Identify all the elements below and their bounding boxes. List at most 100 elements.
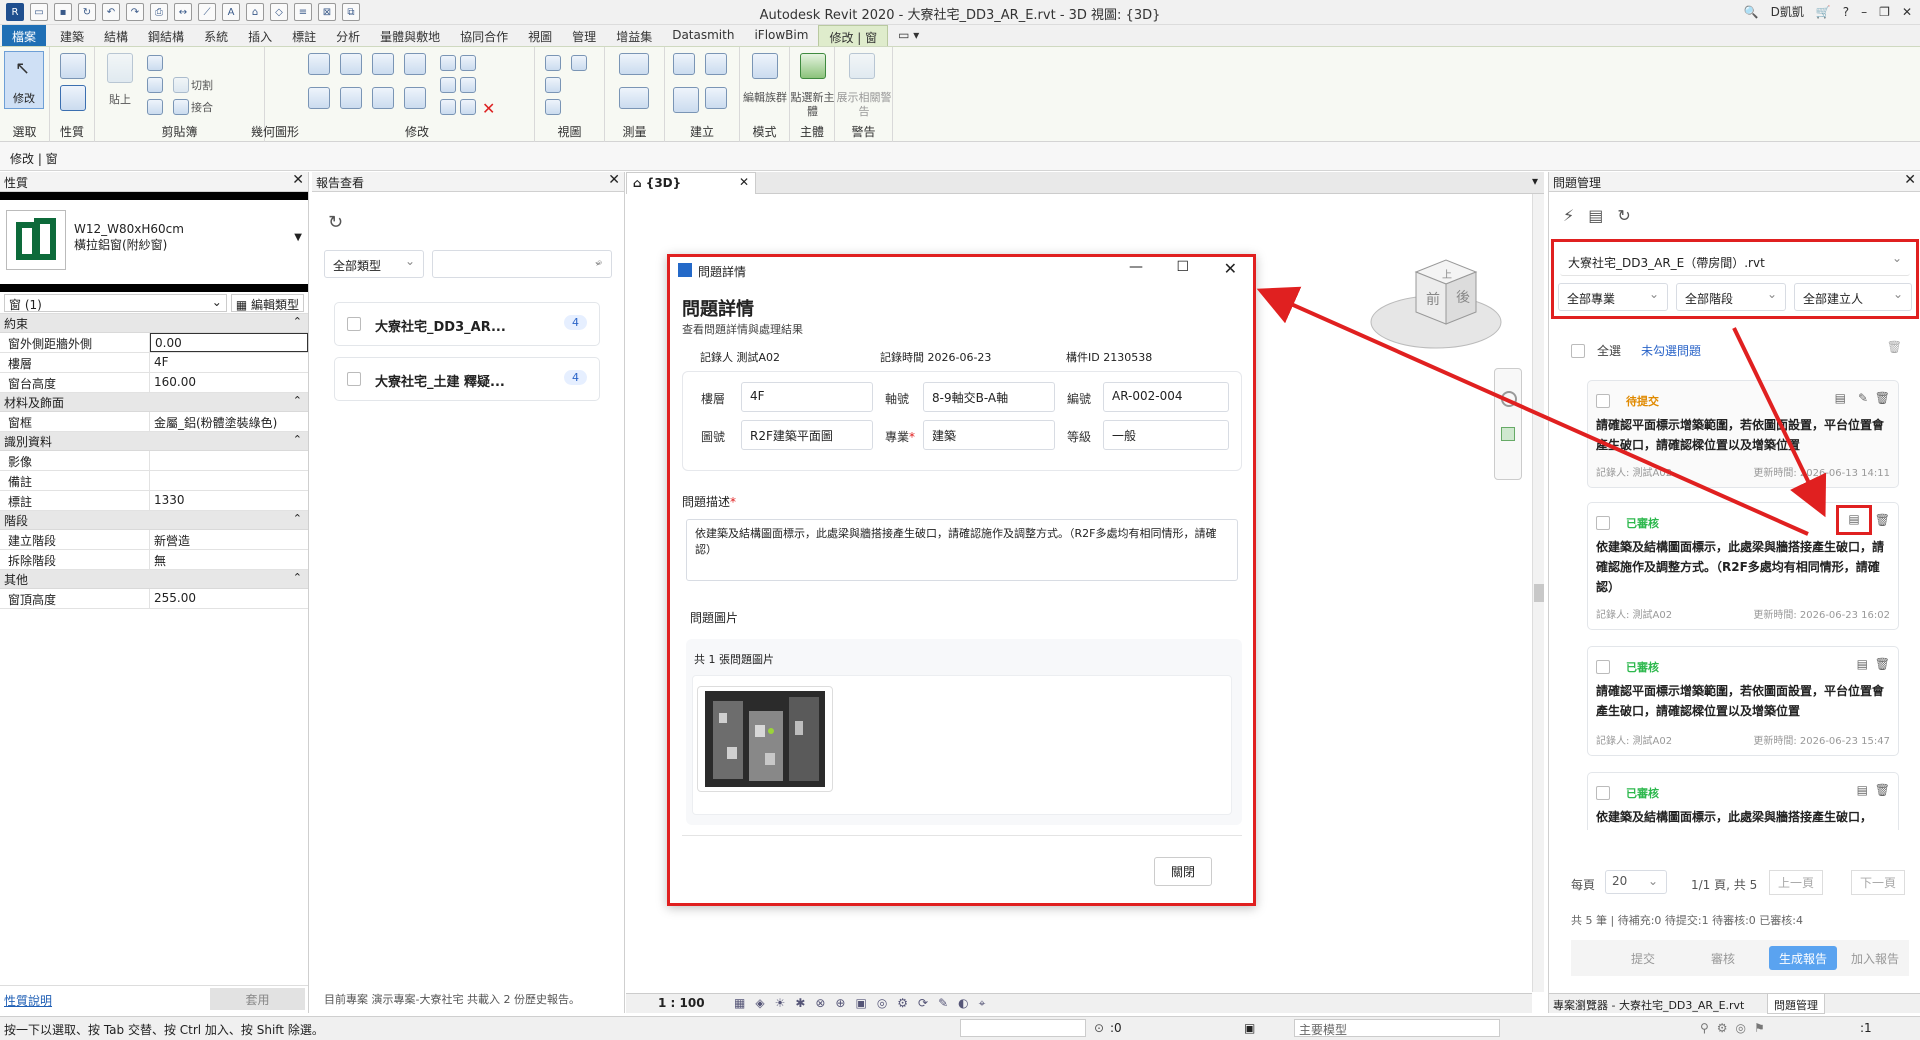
navigation-bar[interactable] [1494,368,1522,480]
close-dialog-button[interactable]: 關閉 [1154,857,1213,886]
creator-filter[interactable]: 全部建立人 [1794,283,1912,311]
report-item[interactable]: 大寮社宅_DD3_AR... 4 [334,302,600,346]
review-button[interactable]: 審核 [1701,946,1745,970]
report-search-input[interactable]: ⌕ [432,250,612,278]
property-value[interactable]: 金屬_鋁(粉體塗裝綠色) [150,412,308,431]
array-icon[interactable] [440,77,456,93]
edit-type-button[interactable]: ▦ 編輯類型 [230,293,304,312]
tab-systems[interactable]: 系統 [194,25,238,46]
trash-icon[interactable]: 🗑 [1887,340,1902,354]
pin-icon[interactable] [440,99,456,115]
tab-annotate[interactable]: 標註 [282,25,326,46]
edit-family-icon[interactable] [752,53,778,79]
close-icon[interactable]: ✕ [608,172,620,188]
report-item[interactable]: 大寮社宅_土建 釋疑... 4 [334,357,600,401]
tab-collaborate[interactable]: 協同合作 [450,25,518,46]
section-identity[interactable]: 識別資料 [0,432,308,451]
property-row[interactable]: 樓層 4F [0,353,308,373]
trim-icon[interactable] [404,87,426,109]
move-icon[interactable] [308,87,330,109]
property-value[interactable]: 160.00 [150,373,308,392]
tab-issue-management[interactable]: 問題管理 [1767,994,1825,1014]
show-warnings-label[interactable]: 展示相關警告 [835,91,893,119]
edit-family-label[interactable]: 編輯族群 [740,91,790,105]
trash-icon[interactable]: 🗑 [1875,391,1890,405]
instance-dropdown[interactable]: 窗 (1) ⌄ [4,293,227,312]
modify-button[interactable]: ↖ 修改 [4,51,44,109]
zoom-icon[interactable] [1501,427,1515,441]
measure-between-icon[interactable] [619,53,649,75]
split-gap-icon[interactable] [460,55,476,71]
help-icon[interactable]: ? [1843,5,1849,19]
mirror-draw-icon[interactable] [404,53,426,75]
search-icon[interactable]: 🔍 [1744,5,1759,19]
add-to-report-button[interactable]: 加入報告 [1841,946,1909,970]
unchecked-issues-link[interactable]: 未勾選問題 [1641,342,1701,359]
property-value[interactable] [150,471,308,490]
property-row[interactable]: 窗框 金屬_鋁(粉體塗裝綠色) [0,412,308,432]
close-icon[interactable]: ✕ [1904,172,1916,188]
issue-card[interactable]: 已審核 ▤ 🗑 依建築及結構圖面標示，此處梁與牆搭接產生破口， [1587,772,1899,830]
tab-architecture[interactable]: 建築 [50,25,94,46]
scrollbar-thumb[interactable] [1534,584,1544,602]
discipline-filter[interactable]: 全部專業 [1558,283,1668,311]
design-option-dropdown[interactable]: 主要模型 [1294,1019,1500,1037]
cut-icon[interactable] [147,55,163,71]
cut-geometry-icon[interactable] [173,77,189,93]
view-scale[interactable]: 1 : 100 [658,996,705,1010]
workset-dropdown[interactable] [960,1019,1086,1037]
property-value[interactable]: 255.00 [150,589,308,608]
issue-card[interactable]: 已審核 ▤ 🗑 請確認平面標示增築範圍，若依圖面設置，平台位置會產生破口，請確認… [1587,646,1899,756]
property-row[interactable]: 窗台高度 160.00 [0,373,308,393]
code-field[interactable]: AR-002-004 [1103,382,1229,412]
section-phasing[interactable]: 階段 [0,511,308,530]
checkbox[interactable] [1596,516,1610,530]
tab-steel[interactable]: 鋼結構 [138,25,194,46]
edit-icon[interactable]: ✎ [1858,391,1868,405]
trash-icon[interactable]: 🗑 [1875,657,1890,671]
tab-file[interactable]: 檔案 [2,25,47,46]
tab-analyze[interactable]: 分析 [326,25,370,46]
vertical-scrollbar[interactable] [1532,194,1544,992]
user-name[interactable]: D凱凱 [1771,3,1804,20]
property-row[interactable]: 影像 [0,451,308,471]
checkbox[interactable] [1596,660,1610,674]
trash-icon[interactable]: 🗑 [1875,513,1890,527]
property-row[interactable]: 備註 [0,471,308,491]
view-tab-3d[interactable]: ⌂ {3D} ✕ [626,172,756,194]
close-icon[interactable]: ✕ [292,172,304,188]
discipline-field[interactable]: 建築 [923,420,1055,450]
floor-field[interactable]: 4F [741,382,873,412]
close-icon[interactable]: ✕ [739,175,749,189]
generate-report-button[interactable]: 生成報告 [1769,946,1838,970]
trash-icon[interactable]: 🗑 [1875,783,1890,797]
rotate-icon[interactable] [372,87,394,109]
tab-modify-window[interactable]: 修改 | 窗 [818,25,889,46]
per-page-select[interactable]: 20 [1605,870,1667,894]
dimension-aligned-icon[interactable] [619,87,649,109]
tab-insert[interactable]: 插入 [238,25,282,46]
section-other[interactable]: 其他 [0,570,308,589]
type-selector[interactable]: W12_W80xH60cm 橫拉鋁窗(附紗窗) ▼ [0,192,308,292]
view-cube[interactable]: 上 前 後 [1366,242,1506,362]
property-row[interactable]: 建立階段 新營造 [0,530,308,550]
section-materials[interactable]: 材料及飾面 [0,393,308,412]
create-group-icon[interactable] [673,87,699,113]
mirror-axis-icon[interactable] [372,53,394,75]
unpin-icon[interactable] [460,99,476,115]
selection-toggle-icons[interactable]: ⚲⚙◎⚑ [1700,1021,1773,1035]
report-icon[interactable]: ▤ [1857,657,1868,671]
property-value[interactable]: 新營造 [150,530,308,549]
tab-addins[interactable]: 增益集 [606,25,662,46]
paste-icon[interactable] [107,53,133,83]
copy-icon[interactable] [147,77,163,93]
report-type-filter[interactable]: 全部類型 [324,250,424,278]
type-properties-icon[interactable] [60,85,86,111]
pick-new-host-icon[interactable] [800,53,826,79]
tab-structure[interactable]: 結構 [94,25,138,46]
prev-page-button[interactable]: 上一頁 [1769,870,1824,895]
filter-icon[interactable]: ⊙ [1094,1021,1104,1035]
submit-button[interactable]: 提交 [1621,946,1665,970]
checkbox[interactable] [1596,394,1610,408]
delete-icon[interactable]: ✕ [482,99,495,118]
